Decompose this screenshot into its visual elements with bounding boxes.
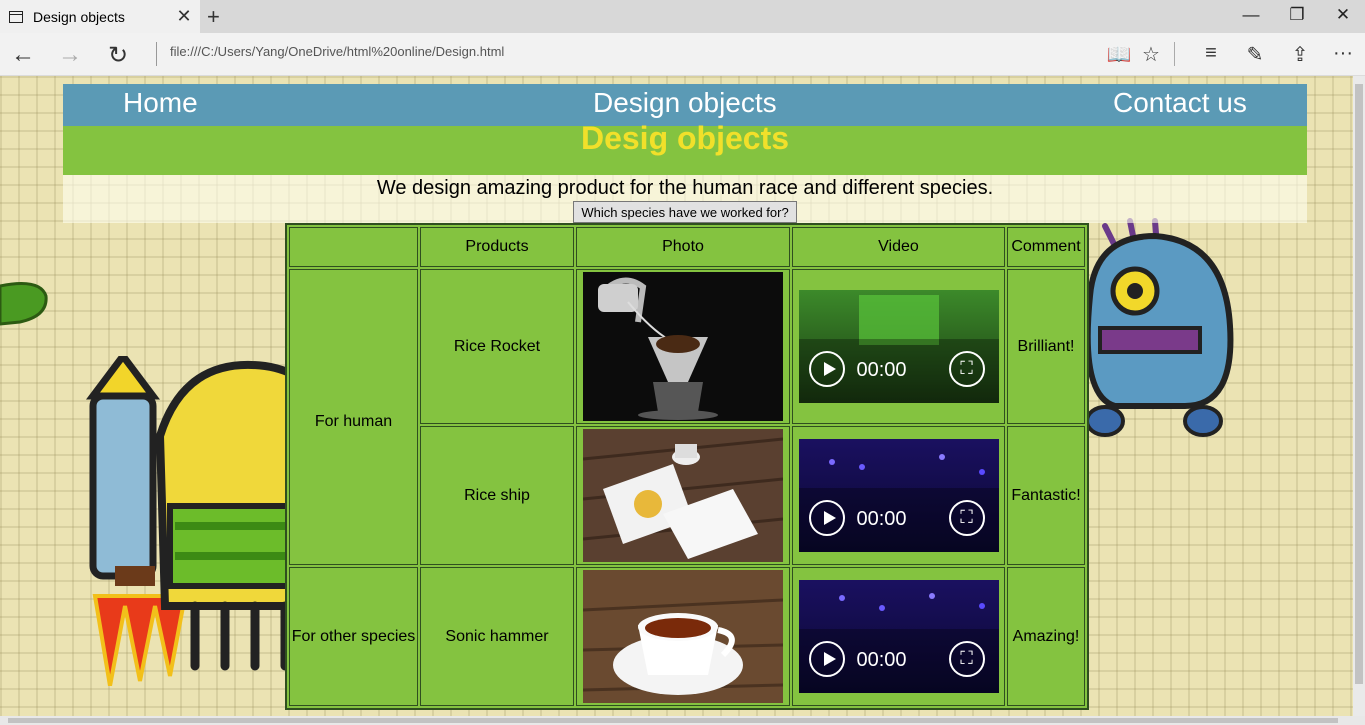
share-icon[interactable]: ⇪ bbox=[1285, 42, 1315, 67]
fullscreen-icon[interactable]: ⛶ bbox=[948, 351, 985, 387]
forward-icon[interactable]: → bbox=[55, 41, 85, 69]
nav-link-home[interactable]: Home bbox=[123, 87, 198, 119]
video-player[interactable]: 00:00 ⛶ bbox=[798, 290, 999, 403]
video-time: 00:00 bbox=[856, 508, 907, 530]
page-banner: Desig objects bbox=[63, 120, 1307, 175]
play-icon[interactable] bbox=[808, 500, 845, 536]
vertical-scrollbar[interactable] bbox=[1353, 76, 1365, 716]
toolbar-separator bbox=[1174, 42, 1175, 66]
favorite-star-icon[interactable]: ☆ bbox=[1136, 42, 1166, 67]
video-time: 00:00 bbox=[856, 649, 907, 671]
video-controls: 00:00 ⛶ bbox=[798, 629, 999, 693]
header-video: Video bbox=[792, 227, 1005, 267]
video-cell: 00:00 ⛶ bbox=[792, 269, 1005, 424]
video-player[interactable]: 00:00 ⛶ bbox=[798, 580, 999, 693]
back-icon[interactable]: ← bbox=[8, 41, 38, 69]
comment-cell: Fantastic! bbox=[1007, 426, 1085, 565]
photo-cell bbox=[576, 426, 790, 565]
product-name: Sonic hammer bbox=[420, 567, 574, 706]
photo-cell bbox=[576, 269, 790, 424]
minimize-icon[interactable]: — bbox=[1236, 5, 1266, 25]
photo-cell bbox=[576, 567, 790, 706]
refresh-icon[interactable]: ↻ bbox=[103, 41, 133, 70]
fullscreen-icon[interactable]: ⛶ bbox=[948, 641, 985, 677]
web-note-icon[interactable]: ✎ bbox=[1240, 42, 1270, 67]
page-viewport: Home Design objects Contact us Desig obj… bbox=[0, 76, 1353, 716]
header-empty bbox=[289, 227, 418, 267]
coffee-bags-photo bbox=[583, 429, 783, 562]
video-time: 00:00 bbox=[856, 359, 907, 381]
tab-title: Design objects bbox=[33, 8, 125, 25]
group-cell: For human bbox=[289, 269, 418, 565]
group-cell: For other species bbox=[289, 567, 418, 706]
intro-text: We design amazing product for the human … bbox=[376, 177, 994, 199]
horizontal-scrollbar[interactable] bbox=[0, 716, 1365, 725]
table-row: For human Rice Rocket 00:00 ⛶ Brilliant! bbox=[289, 269, 1085, 565]
address-bar: ← → ↻ 📖 ☆ ≡ ✎ ⇪ ··· bbox=[0, 33, 1365, 76]
close-tab-icon[interactable]: ✕ bbox=[174, 6, 194, 27]
page-title: Desig objects bbox=[580, 120, 790, 156]
play-icon[interactable] bbox=[808, 641, 845, 677]
new-tab-icon[interactable]: + bbox=[207, 4, 220, 30]
nav-link-contact-us[interactable]: Contact us bbox=[1113, 87, 1247, 119]
hub-icon[interactable]: ≡ bbox=[1196, 42, 1226, 65]
close-window-icon[interactable]: ✕ bbox=[1328, 5, 1358, 25]
video-cell: 00:00 ⛶ bbox=[792, 567, 1005, 706]
page-icon bbox=[9, 10, 23, 23]
header-products: Products bbox=[420, 227, 574, 267]
header-photo: Photo bbox=[576, 227, 790, 267]
comment-cell: Amazing! bbox=[1007, 567, 1085, 706]
green-platform-doodle bbox=[0, 282, 48, 326]
video-player[interactable]: 00:00 ⛶ bbox=[798, 439, 999, 552]
restore-icon[interactable]: ❐ bbox=[1282, 5, 1312, 25]
intro-section: We design amazing product for the human … bbox=[63, 175, 1307, 223]
blue-monster-doodle bbox=[1084, 218, 1234, 437]
browser-tab[interactable]: Design objects ✕ bbox=[0, 0, 200, 33]
video-controls: 00:00 ⛶ bbox=[798, 488, 999, 552]
play-icon[interactable] bbox=[808, 351, 845, 387]
video-cell: 00:00 ⛶ bbox=[792, 426, 1005, 565]
tab-bar: Design objects ✕ + — ❐ ✕ bbox=[0, 0, 1365, 33]
tea-cup-photo bbox=[583, 570, 783, 703]
species-button[interactable]: Which species have we worked for? bbox=[573, 201, 797, 223]
product-name: Rice ship bbox=[420, 426, 574, 565]
coffee-dripper-photo bbox=[583, 272, 783, 421]
comment-cell: Brilliant! bbox=[1007, 269, 1085, 424]
address-separator bbox=[156, 42, 157, 66]
header-comment: Comment bbox=[1007, 227, 1085, 267]
reading-view-icon[interactable]: 📖 bbox=[1104, 42, 1134, 67]
table-header-row: Products Photo Video Comment bbox=[289, 227, 1085, 267]
vertical-scroll-thumb[interactable] bbox=[1355, 84, 1363, 684]
fullscreen-icon[interactable]: ⛶ bbox=[948, 500, 985, 536]
table-row: For other species Sonic hammer 00:00 ⛶ A… bbox=[289, 567, 1085, 706]
address-input[interactable] bbox=[170, 44, 1070, 59]
products-table: Products Photo Video Comment For human R… bbox=[285, 223, 1089, 710]
nav-link-design-objects[interactable]: Design objects bbox=[593, 87, 777, 119]
video-controls: 00:00 ⛶ bbox=[798, 339, 999, 403]
more-icon[interactable]: ··· bbox=[1328, 42, 1358, 65]
horizontal-scroll-thumb[interactable] bbox=[8, 718, 1338, 723]
product-name: Rice Rocket bbox=[420, 269, 574, 424]
